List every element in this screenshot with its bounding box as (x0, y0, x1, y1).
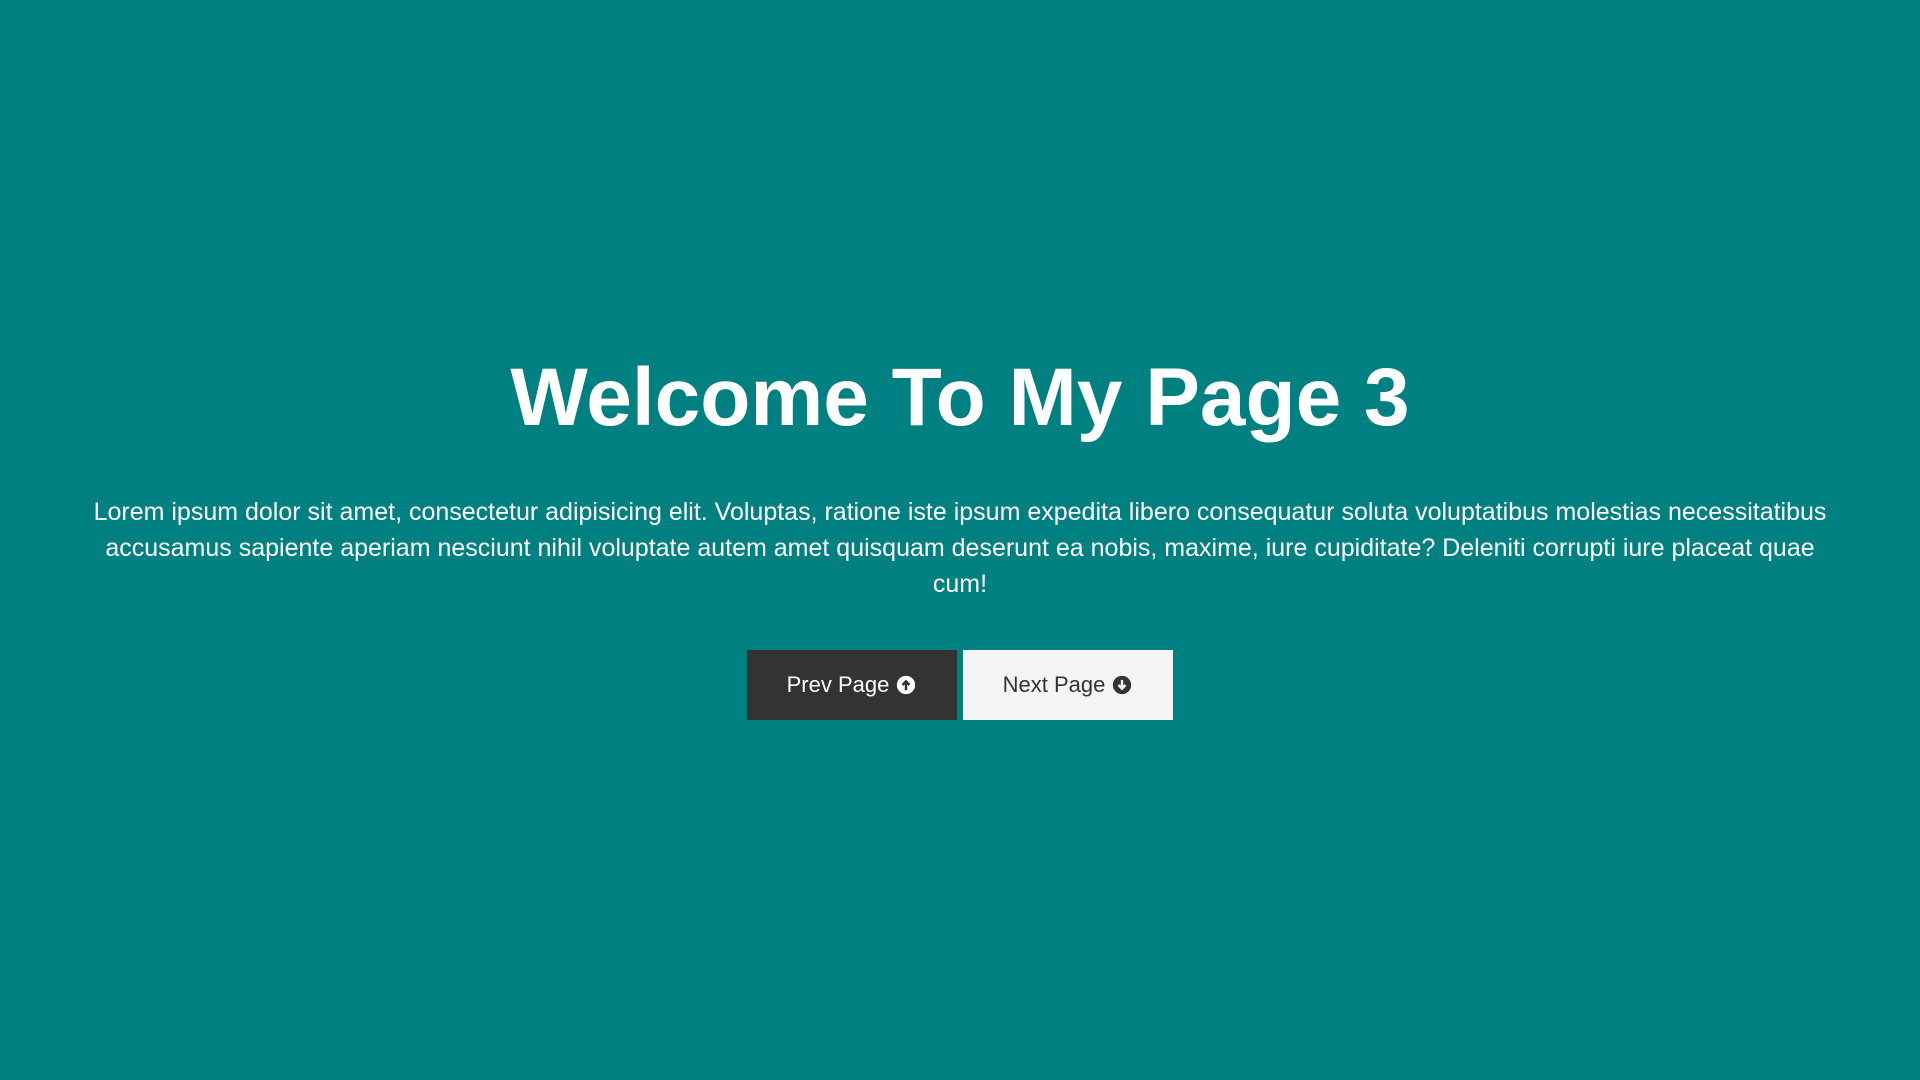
next-page-label: Next Page (1002, 672, 1106, 697)
prev-page-label: Prev Page (786, 672, 890, 697)
arrow-circle-up-icon (895, 674, 917, 696)
prev-page-button[interactable]: Prev Page (747, 650, 957, 720)
arrow-circle-down-icon (1111, 674, 1133, 696)
page-navigation: Prev Page Next Page (747, 650, 1173, 720)
page-title: Welcome To My Page 3 (510, 352, 1410, 443)
intro-paragraph: Lorem ipsum dolor sit amet, consectetur … (93, 498, 1827, 598)
hero-section: Welcome To My Page 3 Lorem ipsum dolor s… (0, 0, 1920, 1080)
next-page-button[interactable]: Next Page (963, 650, 1173, 720)
page: Welcome To My Page 3 Lorem ipsum dolor s… (0, 0, 1920, 1080)
